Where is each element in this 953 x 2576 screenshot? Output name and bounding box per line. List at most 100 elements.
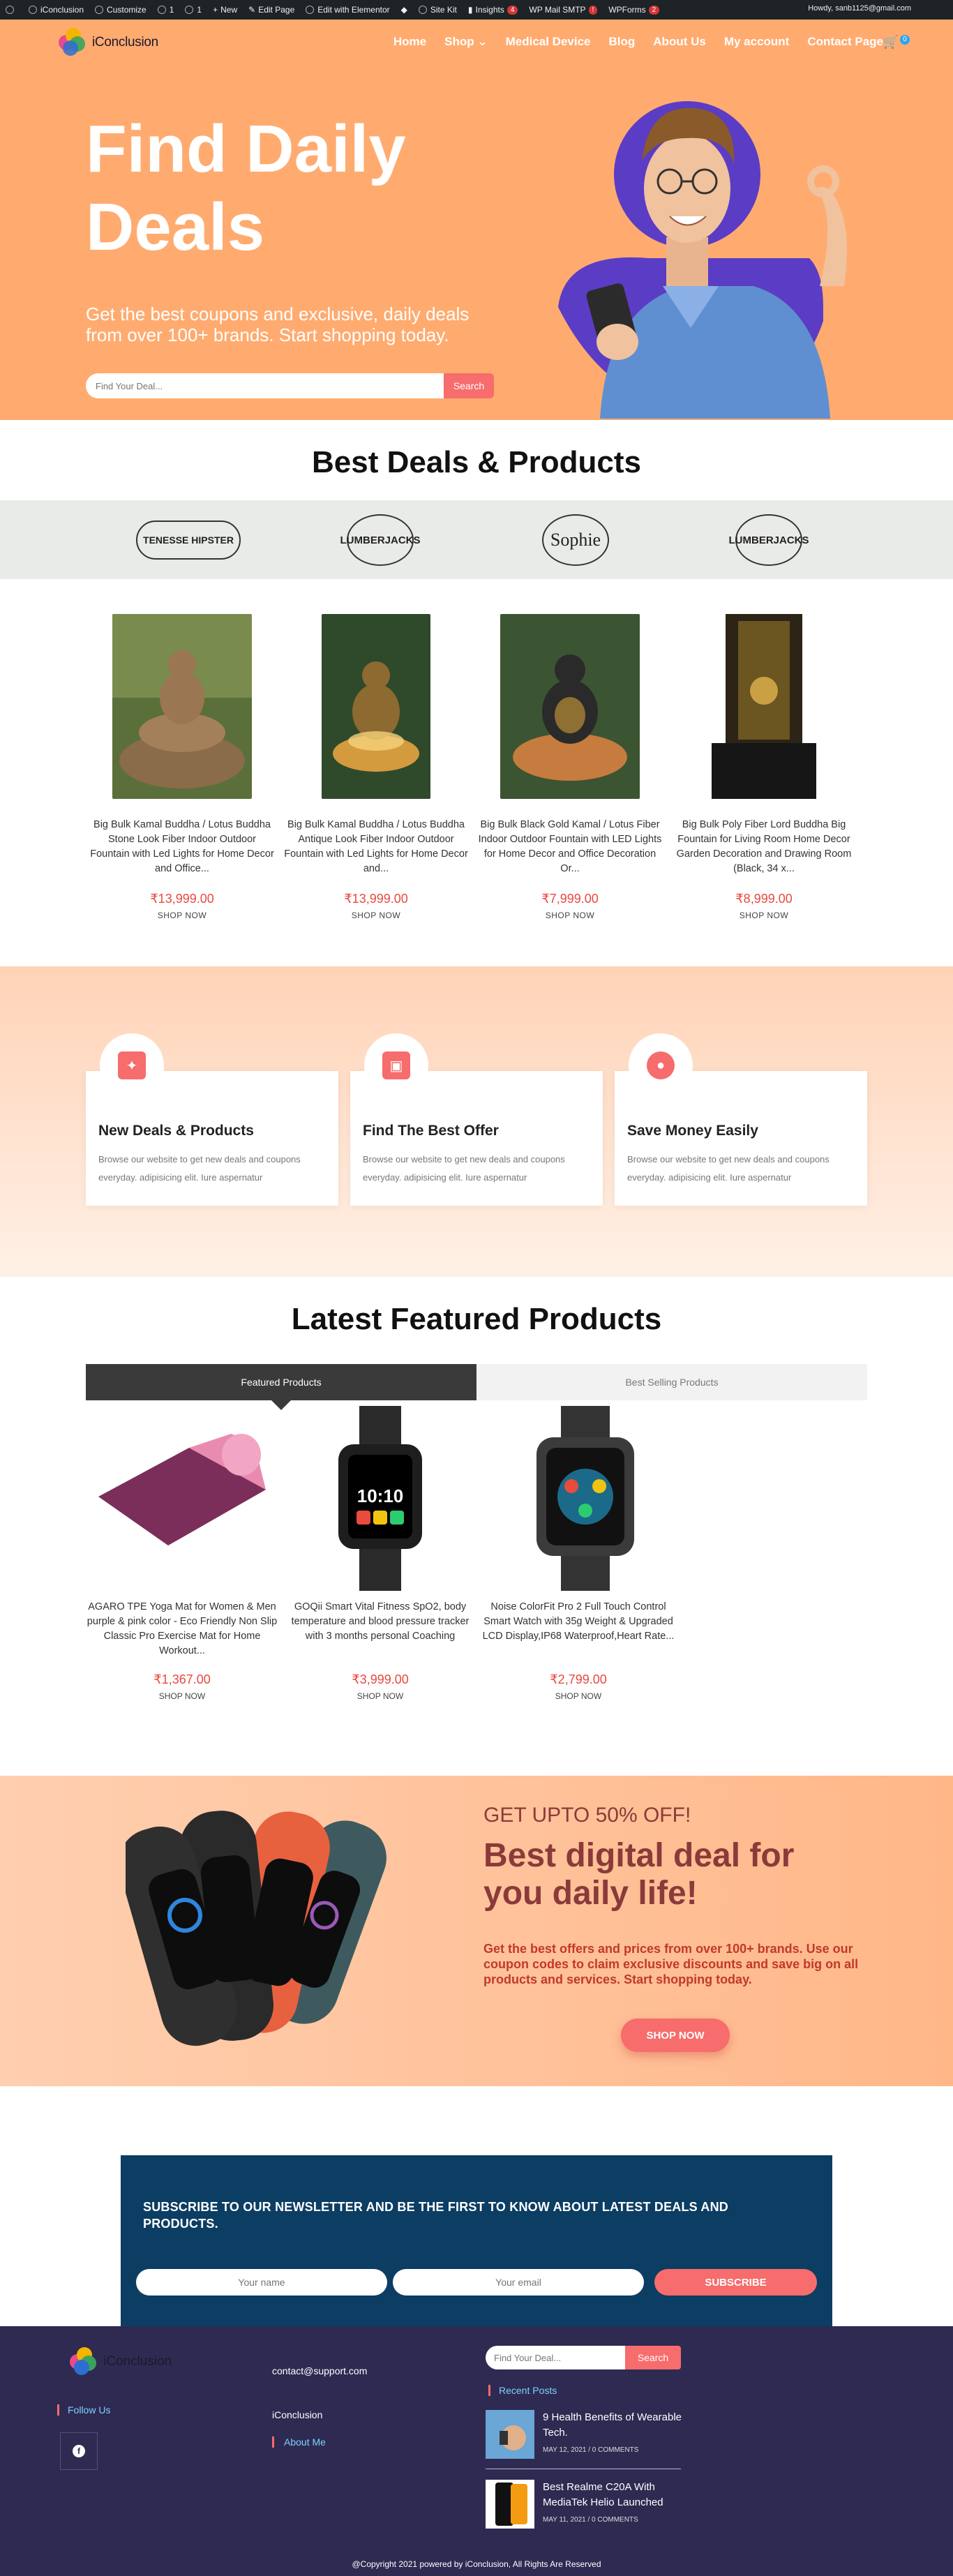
tab-featured-products[interactable]: Featured Products	[86, 1364, 476, 1410]
hero-title: Find Daily Deals	[86, 112, 406, 264]
product-image: 10:10	[338, 1406, 422, 1591]
admin-customize[interactable]: Customize	[95, 5, 147, 15]
brand-logo-tenesse-hipster[interactable]: TENESSE HIPSTER	[129, 514, 248, 566]
hero-person-image	[558, 101, 847, 419]
admin-diamond[interactable]: ◆	[401, 5, 407, 15]
pencil-icon: ✎	[248, 5, 256, 15]
promo-shop-now-button[interactable]: SHOP NOW	[621, 2019, 730, 2052]
nav-medical-device[interactable]: Medical Device	[506, 35, 591, 49]
admin-wpforms[interactable]: WPForms 2	[608, 5, 660, 15]
promo-title: Best digital deal for you daily life!	[483, 1837, 795, 1912]
post-thumbnail	[486, 2480, 534, 2529]
brand-logo-lumberjacks-1[interactable]: LUMBERJACKS	[324, 514, 436, 566]
promo-text: Get the best offers and prices from over…	[483, 1942, 859, 1986]
newsletter-name-input[interactable]	[136, 2269, 387, 2296]
facebook-button[interactable]: f	[60, 2432, 98, 2470]
product-title[interactable]: Noise ColorFit Pro 2 Full Touch Control …	[482, 1600, 675, 1660]
site-logo[interactable]: iConclusion	[57, 27, 158, 59]
product-price: ₹3,999.00	[352, 1672, 409, 1686]
nav-shop[interactable]: Shop ⌄	[444, 35, 487, 49]
product-title[interactable]: Big Bulk Poly Fiber Lord Buddha Big Foun…	[668, 818, 860, 878]
shop-now-link[interactable]: SHOP NOW	[474, 911, 666, 920]
footer-email[interactable]: contact@support.com	[272, 2365, 367, 2376]
footer-logo[interactable]: iConclusion	[68, 2346, 172, 2378]
insights-badge: 4	[506, 5, 518, 15]
product-title[interactable]: Big Bulk Kamal Buddha / Lotus Buddha Ant…	[280, 818, 472, 878]
product-card[interactable]: Big Bulk Kamal Buddha / Lotus Buddha Ant…	[280, 614, 472, 920]
nav-my-account[interactable]: My account	[724, 35, 790, 49]
feature-text: Browse our website to get new deals and …	[363, 1154, 565, 1183]
home-icon	[29, 6, 37, 14]
admin-smtp[interactable]: WP Mail SMTP!	[529, 5, 598, 15]
shop-now-link[interactable]: SHOP NOW	[86, 911, 278, 920]
brand-logo-lumberjacks-2[interactable]: LUMBERJACKS	[713, 514, 825, 566]
admin-edit-page[interactable]: ✎ Edit Page	[248, 5, 294, 15]
nav-home[interactable]: Home	[393, 35, 426, 49]
product-title[interactable]: AGARO TPE Yoga Mat for Women & Men purpl…	[86, 1600, 278, 1660]
hero-search-input[interactable]	[86, 373, 444, 398]
shop-now-link[interactable]: SHOP NOW	[482, 1691, 675, 1701]
product-title[interactable]: Big Bulk Black Gold Kamal / Lotus Fiber …	[474, 818, 666, 878]
product-image	[112, 614, 252, 799]
post-title[interactable]: 9 Health Benefits of Wearable Tech.	[543, 2410, 682, 2441]
admin-customize-label: Customize	[107, 5, 147, 15]
subscribe-button[interactable]: SUBSCRIBE	[654, 2269, 817, 2296]
feature-badge: ●	[629, 1033, 693, 1098]
nav-shop-label: Shop	[444, 35, 474, 48]
product-card[interactable]: Big Bulk Kamal Buddha / Lotus Buddha Sto…	[86, 614, 278, 920]
facebook-icon: f	[73, 2445, 85, 2457]
admin-new[interactable]: + New	[213, 5, 237, 15]
shop-now-link[interactable]: SHOP NOW	[668, 911, 860, 920]
product-price: ₹13,999.00	[150, 892, 214, 906]
shop-now-link[interactable]: SHOP NOW	[280, 911, 472, 920]
nav-about-us[interactable]: About Us	[653, 35, 706, 49]
cart-button[interactable]: 🛒 0	[883, 35, 910, 50]
admin-sitekit[interactable]: Site Kit	[418, 5, 457, 15]
product-price: ₹13,999.00	[344, 892, 408, 906]
admin-comments[interactable]: 1	[185, 5, 202, 15]
shop-now-link[interactable]: SHOP NOW	[86, 1691, 278, 1701]
footer-search-input[interactable]	[486, 2346, 625, 2369]
nav-contact-page[interactable]: Contact Page	[807, 35, 883, 49]
bar-chart-icon: ▮	[467, 5, 473, 15]
product-image	[500, 614, 640, 799]
product-card[interactable]: 10:10 GOQii Smart Vital Fitness SpO2, bo…	[284, 1406, 476, 1701]
nav-blog[interactable]: Blog	[609, 35, 636, 49]
newsletter-email-input[interactable]	[393, 2269, 644, 2296]
product-card[interactable]: Big Bulk Black Gold Kamal / Lotus Fiber …	[474, 614, 666, 920]
post-title[interactable]: Best Realme C20A With MediaTek Helio Lau…	[543, 2480, 682, 2510]
product-price: ₹7,999.00	[541, 892, 599, 906]
brand-lumberjacks-2-label: LUMBERJACKS	[729, 514, 809, 566]
admin-insights[interactable]: ▮ Insights 4	[468, 5, 518, 15]
admin-howdy[interactable]: Howdy, sanb1125@gmail.com	[808, 4, 911, 13]
recent-post[interactable]: Best Realme C20A With MediaTek Helio Lau…	[486, 2476, 681, 2531]
gift-icon: ▣	[382, 1051, 410, 1079]
brand-logo-sophie[interactable]: Sophie	[520, 514, 631, 566]
recent-post[interactable]: 9 Health Benefits of Wearable Tech. MAY …	[486, 2406, 682, 2462]
admin-site-label: iConclusion	[40, 5, 84, 15]
admin-wp-logo[interactable]	[6, 6, 17, 14]
hero-section: Find Daily Deals Get the best coupons an…	[0, 70, 953, 420]
admin-bar: iConclusion Customize 1 1 + New ✎ Edit Pag…	[0, 0, 953, 20]
footer-search-button[interactable]: Search	[625, 2346, 681, 2369]
admin-elementor-label: Edit with Elementor	[317, 5, 390, 15]
shop-now-link[interactable]: SHOP NOW	[284, 1691, 476, 1701]
elementor-icon	[306, 6, 315, 14]
admin-site-name[interactable]: iConclusion	[29, 5, 84, 15]
newsletter-section: SUBSCRIBE TO OUR NEWSLETTER AND BE THE F…	[121, 2155, 832, 2326]
tab-best-selling[interactable]: Best Selling Products	[476, 1364, 867, 1400]
product-card[interactable]: Big Bulk Poly Fiber Lord Buddha Big Foun…	[668, 614, 860, 920]
post-meta: MAY 12, 2021 / 0 COMMENTS	[543, 2446, 639, 2454]
admin-elementor[interactable]: Edit with Elementor	[306, 5, 390, 15]
cart-icon: 🛒	[883, 35, 899, 49]
logo-mark-icon	[57, 27, 89, 59]
product-card[interactable]: Noise ColorFit Pro 2 Full Touch Control …	[482, 1406, 675, 1701]
admin-updates[interactable]: 1	[157, 5, 174, 15]
product-title[interactable]: Big Bulk Kamal Buddha / Lotus Buddha Sto…	[86, 818, 278, 878]
logo-mark-icon	[68, 2346, 100, 2378]
product-card[interactable]: AGARO TPE Yoga Mat for Women & Men purpl…	[86, 1406, 278, 1701]
refresh-icon	[157, 6, 166, 14]
product-title[interactable]: GOQii Smart Vital Fitness SpO2, body tem…	[284, 1600, 476, 1660]
footer-about-link[interactable]: About Me	[272, 2436, 326, 2448]
hero-search-button[interactable]: Search	[444, 373, 494, 398]
